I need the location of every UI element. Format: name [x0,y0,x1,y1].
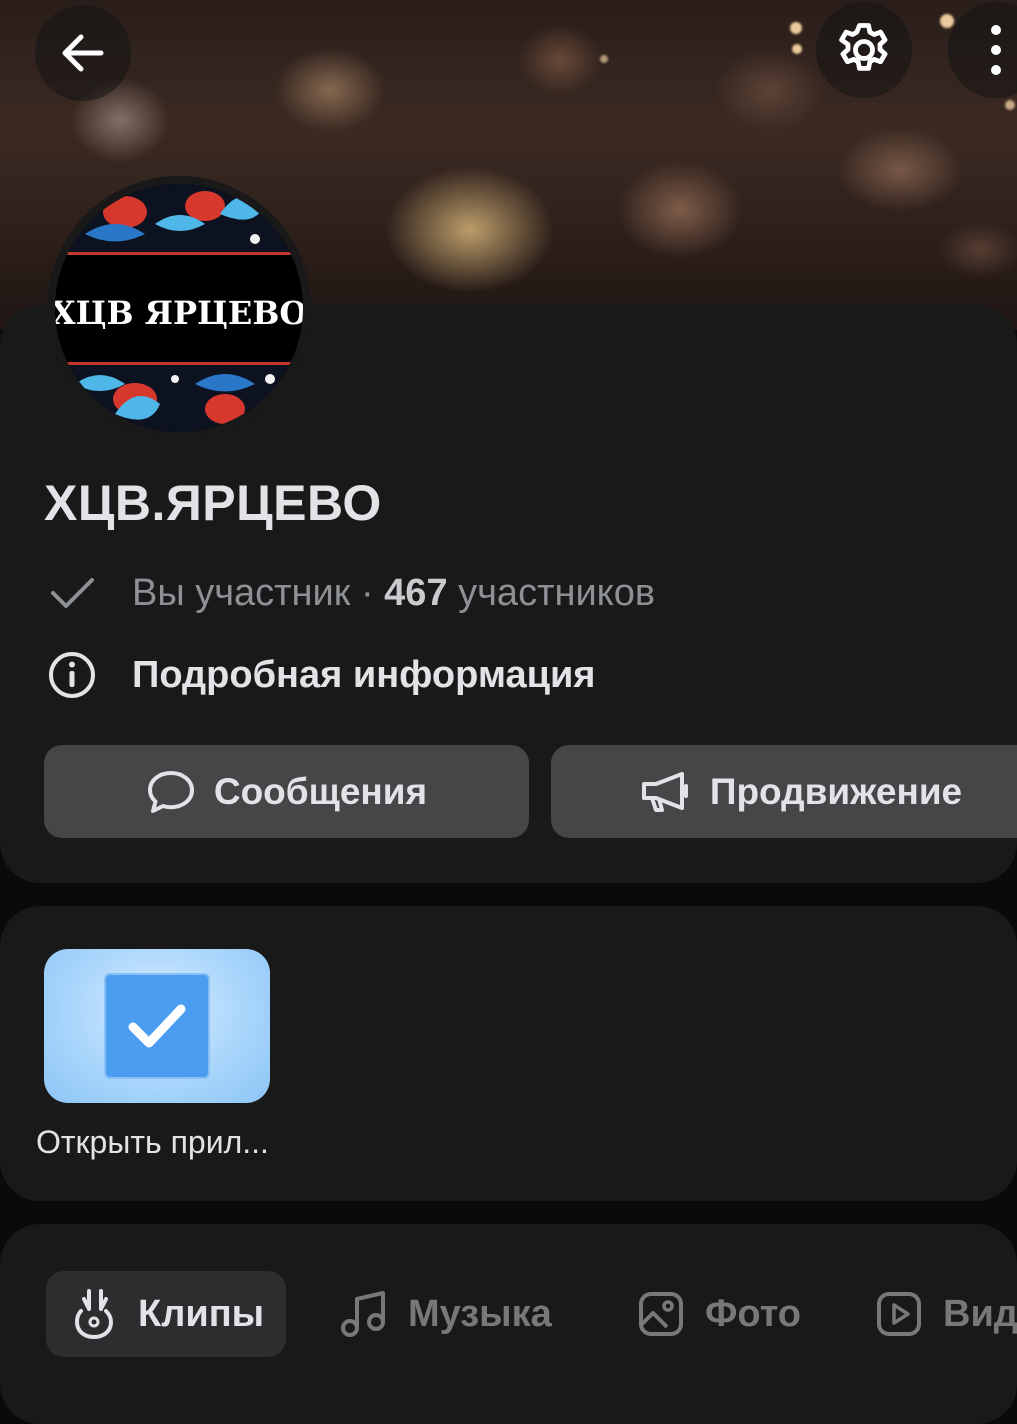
settings-button[interactable] [816,2,912,98]
photo-icon [637,1290,685,1338]
promotion-button[interactable]: Продвижение [551,745,1017,838]
arrow-left-icon [55,25,111,81]
video-icon [875,1290,923,1338]
avatar-logo-image: †ХЦВ ЯРЦЕВО† [55,184,303,432]
details-row[interactable]: Подробная информация [44,647,595,703]
tab-music[interactable]: Музыка [340,1271,552,1357]
open-app-label[interactable]: Открыть прил... [36,1124,269,1161]
avatar-text: †ХЦВ ЯРЦЕВО† [55,294,303,332]
avatar[interactable]: †ХЦВ ЯРЦЕВО† [47,176,311,440]
gear-icon [832,18,896,82]
promotion-label: Продвижение [709,770,963,812]
members-label: участников [447,571,656,614]
music-note-icon [340,1289,388,1339]
content-tabs-card: Клипы Музыка Фото Вид [0,1224,1017,1424]
group-name: ХЦВ.ЯРЦЕВО [44,475,382,531]
chat-bubble-icon [146,769,196,815]
back-button[interactable] [35,5,131,101]
tab-photo-label: Фото [705,1292,802,1335]
clips-icon [72,1287,118,1341]
tab-video[interactable]: Вид [875,1271,1017,1357]
info-icon [44,647,100,703]
tab-photo[interactable]: Фото [637,1271,801,1357]
more-vertical-icon [986,20,1006,80]
messages-label: Сообщения [213,770,428,812]
tab-clips-label: Клипы [138,1292,265,1335]
tab-clips[interactable]: Клипы [46,1271,287,1357]
open-app-tile[interactable] [44,949,270,1103]
tab-video-label: Вид [943,1292,1017,1335]
separator: · [350,571,385,614]
members-count: 467 [384,571,448,614]
membership-status: Вы участник [132,571,351,614]
check-icon [44,565,100,621]
checkbox-icon [104,973,210,1079]
messages-button[interactable]: Сообщения [44,745,529,838]
tab-music-label: Музыка [408,1292,552,1335]
membership-row[interactable]: Вы участник · 467 участников [44,565,655,621]
megaphone-icon [640,770,692,814]
apps-card: Открыть прил... [0,906,1017,1201]
details-label: Подробная информация [132,653,596,696]
